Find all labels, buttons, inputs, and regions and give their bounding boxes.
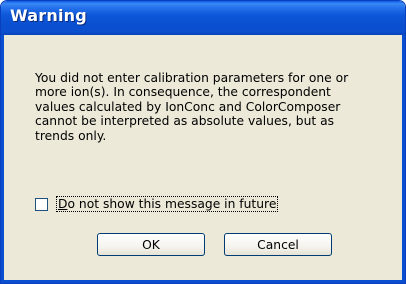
dialog-title: Warning	[10, 6, 87, 25]
do-not-show-option[interactable]: Do not show this message in future	[35, 196, 279, 212]
warning-message: You did not enter calibration parameters…	[35, 71, 365, 143]
warning-dialog: Warning You did not enter calibration pa…	[0, 0, 406, 284]
label-text: o not show this message in future	[67, 197, 277, 211]
window-frame-bottom	[1, 280, 405, 283]
title-bar[interactable]: Warning	[1, 1, 405, 35]
do-not-show-label[interactable]: Do not show this message in future	[56, 196, 279, 212]
ok-button[interactable]: OK	[97, 233, 205, 256]
window-frame-left	[1, 35, 4, 283]
message-line: You did not enter calibration parameters…	[35, 71, 349, 85]
message-line: cannot be interpreted as absolute values…	[35, 114, 335, 129]
message-line: trends only.	[35, 128, 107, 143]
cancel-button[interactable]: Cancel	[224, 233, 332, 256]
do-not-show-checkbox[interactable]	[35, 197, 48, 211]
message-line: values calculated by IonConc and ColorCo…	[35, 99, 341, 114]
window-frame-right	[402, 35, 405, 283]
message-line: more ion(s). In consequence, the corresp…	[35, 85, 331, 100]
